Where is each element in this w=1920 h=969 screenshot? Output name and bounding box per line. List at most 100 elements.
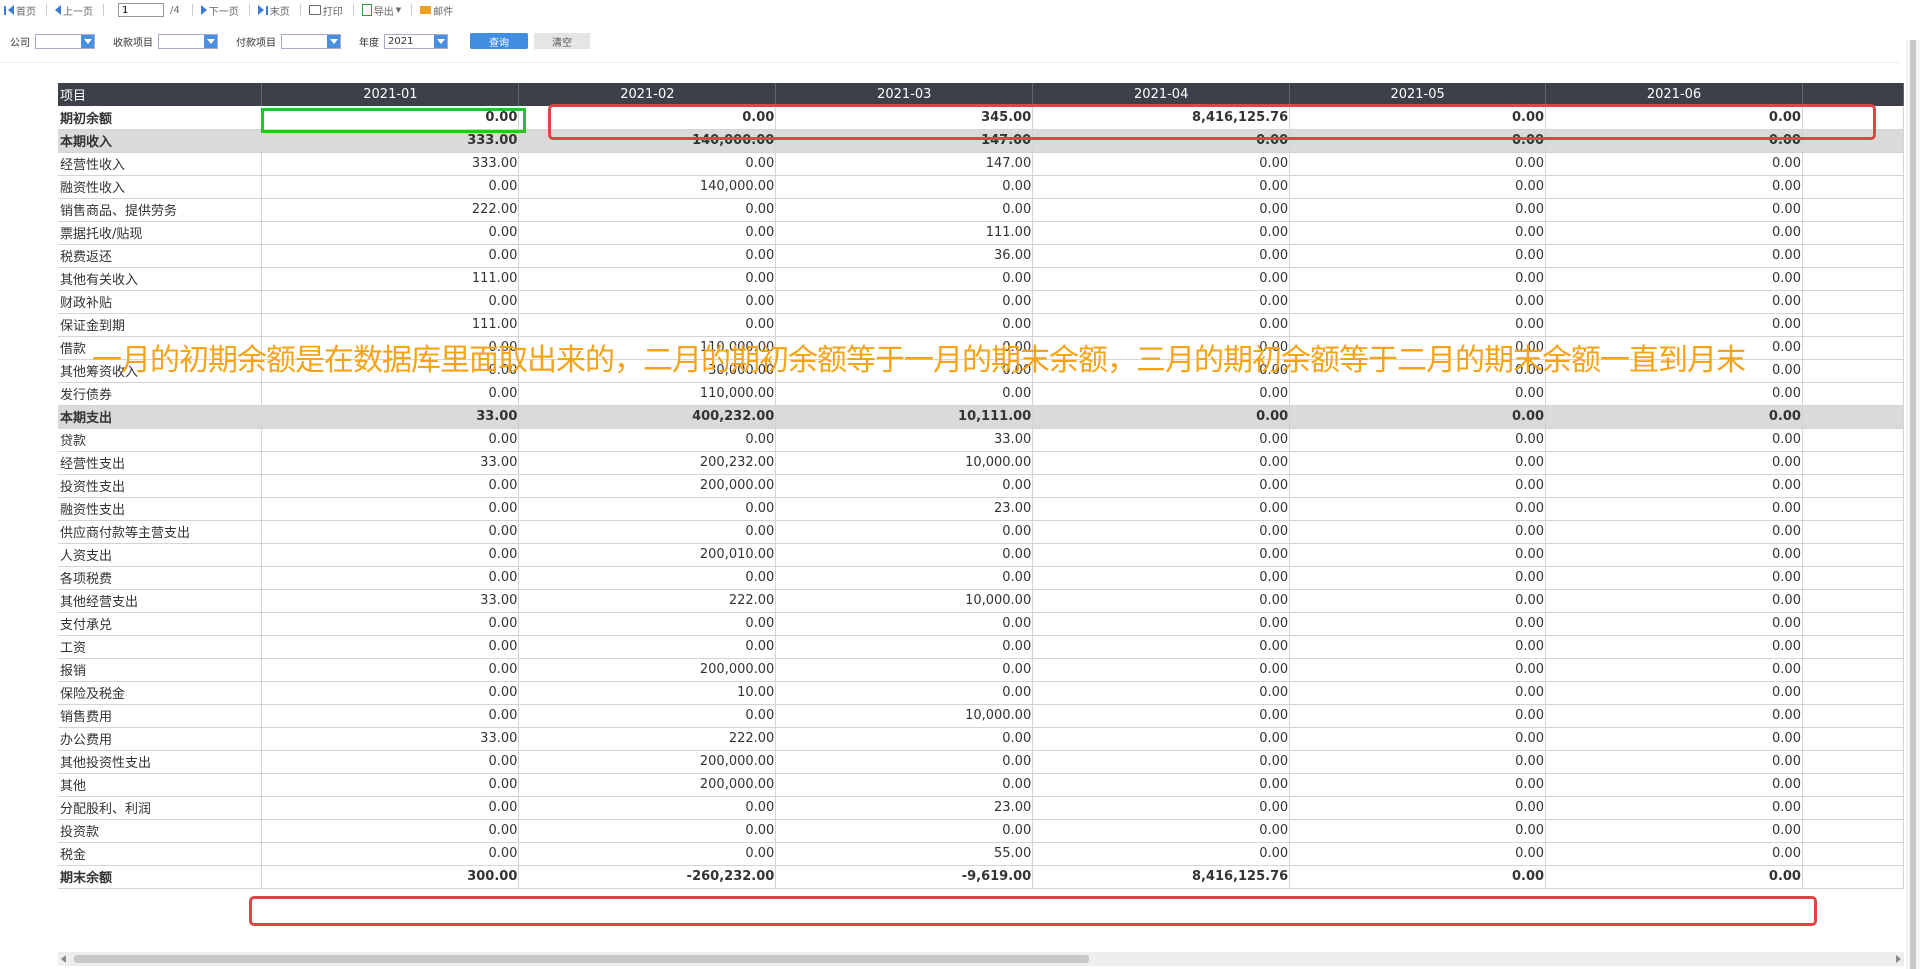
mail-icon <box>420 6 432 14</box>
table-cell-filler <box>1802 566 1905 590</box>
page-number-input[interactable] <box>118 3 164 17</box>
table-cell: 33.00 <box>261 405 520 429</box>
print-button[interactable]: 打印 <box>308 3 343 18</box>
table-cell: 0.00 <box>775 727 1034 751</box>
table-cell: 0.00 <box>261 635 520 659</box>
row-label: 其他有关收入 <box>58 267 263 291</box>
table-cell: 0.00 <box>518 635 777 659</box>
table-cell: 0.00 <box>261 543 520 567</box>
table-cell: 0.00 <box>1032 198 1291 222</box>
table-cell: 111.00 <box>775 221 1034 245</box>
table-cell: 0.00 <box>1289 497 1547 521</box>
year-select[interactable]: 2021 <box>384 33 448 49</box>
row-label: 贷款 <box>58 428 263 452</box>
column-header-month[interactable]: 2021-01 <box>261 83 520 106</box>
table-cell-filler <box>1802 658 1905 682</box>
table-cell: 0.00 <box>261 382 520 406</box>
table-cell: 0.00 <box>1032 842 1291 866</box>
column-header-month[interactable]: 2021-06 <box>1545 83 1803 106</box>
row-label: 期末余额 <box>58 865 263 889</box>
horizontal-scrollbar[interactable] <box>58 952 1904 966</box>
table-cell: 33.00 <box>261 589 520 613</box>
column-header-month[interactable]: 2021-03 <box>775 83 1034 106</box>
table-cell: 0.00 <box>1545 865 1803 889</box>
table-cell: 33.00 <box>261 727 520 751</box>
mail-button[interactable]: 邮件 <box>420 3 453 18</box>
table-cell: 0.00 <box>518 106 777 130</box>
table-cell: 0.00 <box>1289 106 1547 130</box>
table-cell: 200,000.00 <box>518 750 777 774</box>
table-cell: 0.00 <box>1289 129 1547 153</box>
export-button[interactable]: 导出 ▼ <box>361 3 401 18</box>
divider <box>191 4 193 16</box>
table-cell: 0.00 <box>775 382 1034 406</box>
company-select[interactable] <box>35 33 95 49</box>
table-cell: 0.00 <box>1289 658 1547 682</box>
table-cell: 0.00 <box>1545 658 1803 682</box>
table-cell: 0.00 <box>261 658 520 682</box>
table-row: 贷款 0.00 0.00 33.00 0.00 0.00 0.00 <box>58 428 1905 452</box>
table-cell: 0.00 <box>775 635 1034 659</box>
table-cell: 0.00 <box>775 658 1034 682</box>
divider <box>352 4 354 16</box>
table-cell: 0.00 <box>1032 313 1291 337</box>
column-header-month[interactable]: 2021-02 <box>518 83 777 106</box>
table-cell: 0.00 <box>261 244 520 268</box>
table-cell: 0.00 <box>1289 589 1547 613</box>
table-cell: 10,000.00 <box>775 704 1034 728</box>
table-cell: 0.00 <box>1545 819 1803 843</box>
table-cell-filler <box>1802 543 1905 567</box>
table-cell: 0.00 <box>1545 428 1803 452</box>
column-header-month[interactable]: 2021-05 <box>1289 83 1547 106</box>
query-button[interactable]: 查询 <box>470 33 528 49</box>
table-cell-filler <box>1802 796 1905 820</box>
table-header: 项目 2021-01 2021-02 2021-03 2021-04 2021-05 202… <box>58 83 1905 106</box>
table-cell: 0.00 <box>775 175 1034 199</box>
table-cell: 0.00 <box>1032 750 1291 774</box>
table-row: 工资 0.00 0.00 0.00 0.00 0.00 0.00 <box>58 635 1905 659</box>
payment-select[interactable] <box>281 33 341 49</box>
row-label: 期初余额 <box>58 106 263 130</box>
next-page-button[interactable]: 下一页 <box>200 3 239 18</box>
row-label: 其他 <box>58 773 263 797</box>
row-label: 各项税费 <box>58 566 263 590</box>
divider <box>0 62 1900 63</box>
table-cell: 0.00 <box>1545 129 1803 153</box>
last-page-button[interactable]: 末页 <box>257 3 290 18</box>
row-label: 销售商品、提供劳务 <box>58 198 263 222</box>
table-row: 销售费用 0.00 0.00 10,000.00 0.00 0.00 0.00 <box>58 704 1905 728</box>
scroll-left-icon[interactable] <box>61 955 66 963</box>
table-row: 经营性收入 333.00 0.00 147.00 0.00 0.00 0.00 <box>58 152 1905 176</box>
table-cell: 400,232.00 <box>518 405 777 429</box>
table-cell: 0.00 <box>518 152 777 176</box>
next-icon <box>200 5 207 15</box>
table-cell: 0.00 <box>1545 520 1803 544</box>
table-cell: 222.00 <box>261 198 520 222</box>
table-cell: 0.00 <box>1032 175 1291 199</box>
table-cell: 0.00 <box>518 612 777 636</box>
clear-button[interactable]: 清空 <box>534 33 590 49</box>
prev-page-button[interactable]: 上一页 <box>55 3 93 18</box>
table-cell: 0.00 <box>1545 727 1803 751</box>
scroll-right-icon[interactable] <box>1896 955 1901 963</box>
first-page-button[interactable]: 首页 <box>4 3 36 18</box>
table-cell: 0.00 <box>261 497 520 521</box>
filter-bar: 公司 收款项目 付款项目 年度 2021 查询 清空 <box>0 28 590 54</box>
table-cell: 0.00 <box>261 819 520 843</box>
scrollbar-thumb[interactable] <box>1910 40 1916 969</box>
chevron-down-icon <box>81 34 94 48</box>
table-cell-filler <box>1802 681 1905 705</box>
table-cell: 0.00 <box>261 681 520 705</box>
table-row: 各项税费 0.00 0.00 0.00 0.00 0.00 0.00 <box>58 566 1905 590</box>
table-cell: 0.00 <box>775 474 1034 498</box>
scrollbar-thumb[interactable] <box>74 955 1089 963</box>
table-cell: 0.00 <box>1545 106 1803 130</box>
column-header-month[interactable]: 2021-04 <box>1032 83 1291 106</box>
table-cell: 0.00 <box>1545 635 1803 659</box>
table-cell: 0.00 <box>1545 796 1803 820</box>
column-header-item[interactable]: 项目 <box>58 83 263 106</box>
receipt-select[interactable] <box>158 33 218 49</box>
table-cell: 0.00 <box>1289 635 1547 659</box>
table-cell-filler <box>1802 359 1905 383</box>
vertical-scrollbar[interactable] <box>1906 40 1920 969</box>
